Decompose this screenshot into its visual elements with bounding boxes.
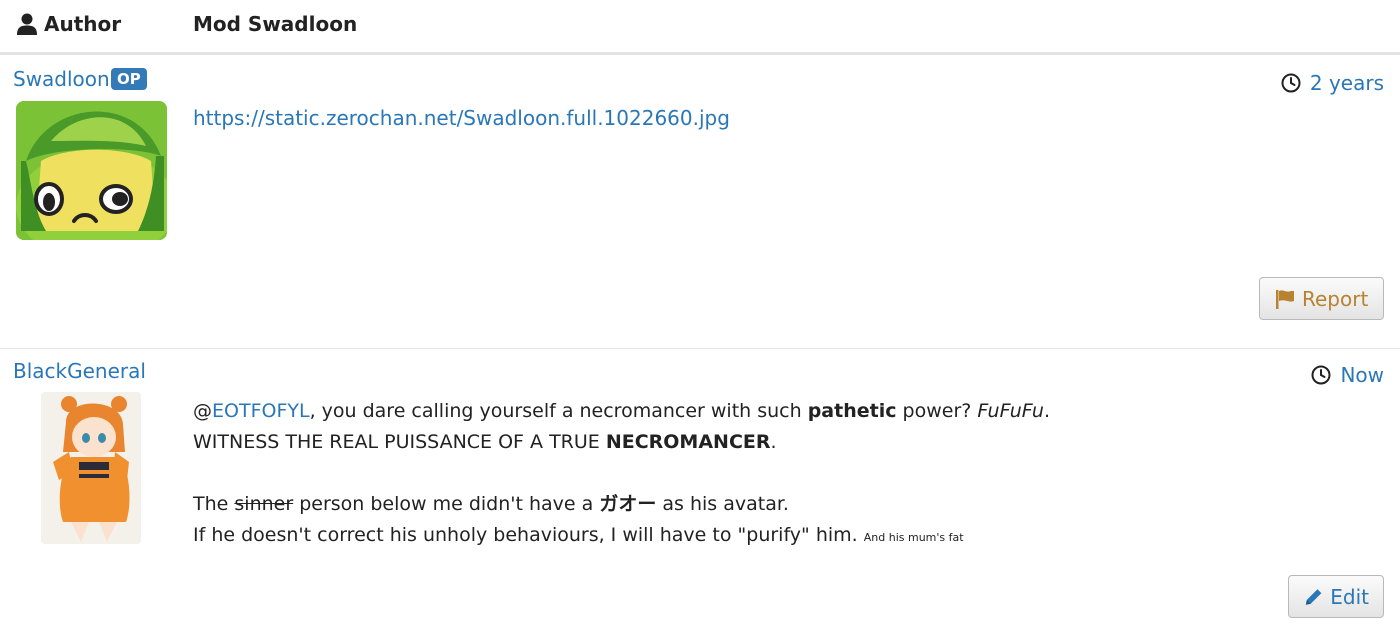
avatar[interactable] xyxy=(41,392,141,544)
post-timestamp[interactable]: 2 years xyxy=(1281,71,1384,95)
text-segment: , you dare calling yourself a necromance… xyxy=(309,400,808,422)
timestamp-text: Now xyxy=(1340,363,1384,387)
topic-title: Mod Swadloon xyxy=(193,12,358,36)
text-segment: as his avatar. xyxy=(656,493,789,515)
bold-text: ガオー xyxy=(599,493,657,515)
bold-text: NECROMANCER xyxy=(605,431,771,453)
swadloon-avatar-icon xyxy=(16,101,167,240)
content-line: The sinner person below me didn't have a… xyxy=(193,489,1050,520)
text-segment: . xyxy=(770,431,777,453)
post-link[interactable]: https://static.zerochan.net/Swadloon.ful… xyxy=(193,106,730,130)
mention-prefix: @ xyxy=(193,400,212,422)
text-segment: power? xyxy=(896,400,978,422)
avatar[interactable] xyxy=(16,101,167,240)
content-line: @EOTFOFYL, you dare calling yourself a n… xyxy=(193,396,1050,427)
text-segment: The xyxy=(193,493,235,515)
italic-text: FuFuFu xyxy=(977,400,1044,422)
post-author-link[interactable]: Swadloon xyxy=(13,67,110,91)
post: Swadloon OP 2 years https://static.zeroc… xyxy=(0,55,1400,349)
thread-header: Author Mod Swadloon xyxy=(0,0,1400,55)
author-column-label: Author xyxy=(44,12,122,36)
content-line: WITNESS THE REAL PUISSANCE OF A TRUE NEC… xyxy=(193,427,1050,458)
timestamp-text: 2 years xyxy=(1309,71,1384,95)
clock-icon xyxy=(1281,73,1301,93)
post-author-link[interactable]: BlackGeneral xyxy=(13,359,146,383)
bold-text: pathetic xyxy=(807,400,897,422)
text-segment: person below me didn't have a xyxy=(293,493,600,515)
flag-icon xyxy=(1276,289,1294,309)
strikethrough-text: sinner xyxy=(234,493,294,515)
post-timestamp[interactable]: Now xyxy=(1311,363,1384,387)
small-text: And his mum's fat xyxy=(863,531,964,544)
text-segment: . xyxy=(1043,400,1051,422)
report-label: Report xyxy=(1302,286,1369,311)
content-line: If he doesn't correct his unholy behavio… xyxy=(193,520,1050,553)
user-icon xyxy=(17,13,37,35)
mention-link[interactable]: EOTFOFYL xyxy=(212,400,310,422)
post-content: https://static.zerochan.net/Swadloon.ful… xyxy=(193,103,730,134)
text-segment: WITNESS THE REAL PUISSANCE OF A TRUE xyxy=(193,431,606,453)
post: BlackGeneral Now @EOTFOFYL, you dare cal… xyxy=(0,349,1400,639)
post-content: @EOTFOFYL, you dare calling yourself a n… xyxy=(193,396,1050,553)
pencil-icon xyxy=(1305,588,1322,605)
text-segment: If he doesn't correct his unholy behavio… xyxy=(193,524,858,546)
report-button[interactable]: Report xyxy=(1259,277,1384,320)
edit-label: Edit xyxy=(1330,584,1369,609)
anime-girl-avatar-icon xyxy=(41,392,141,544)
edit-button[interactable]: Edit xyxy=(1288,575,1384,618)
op-badge: OP xyxy=(111,68,147,90)
clock-icon xyxy=(1311,365,1331,385)
